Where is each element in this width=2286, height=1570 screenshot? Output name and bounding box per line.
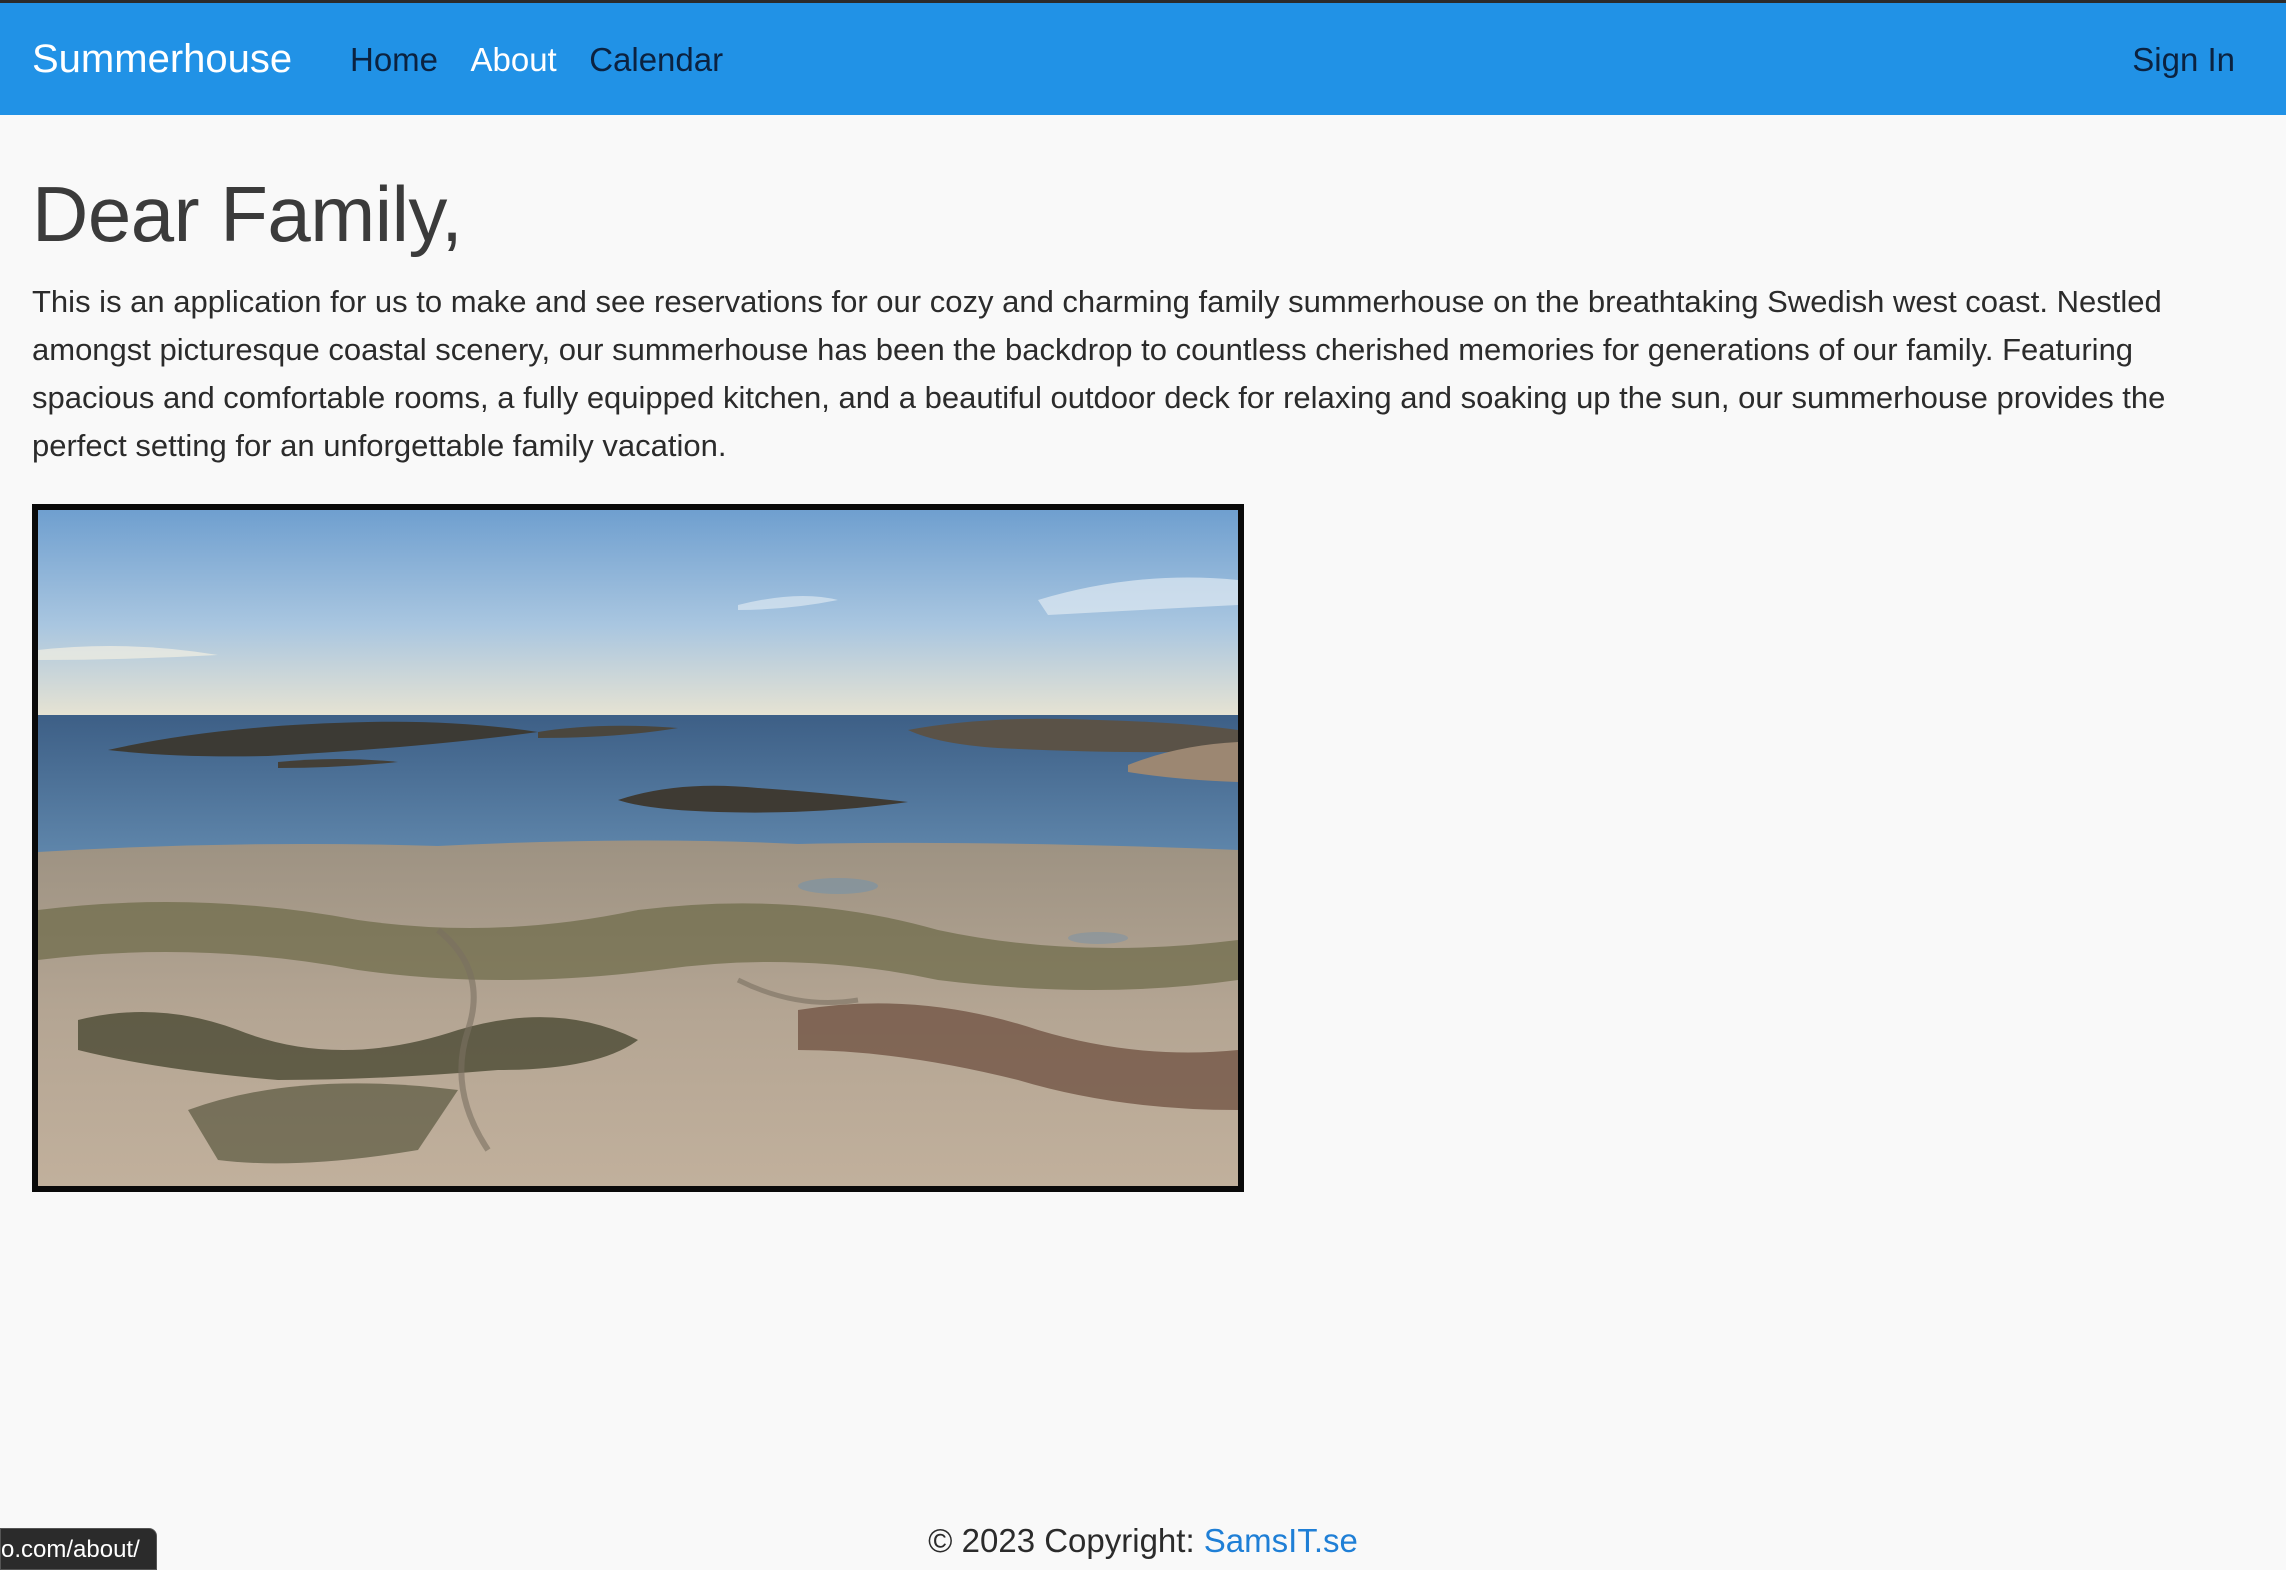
nav-links: Home About Calendar — [350, 41, 751, 79]
nav-about-link[interactable]: About — [470, 41, 556, 79]
status-bar-url: o.com/about/ — [0, 1528, 157, 1570]
nav-calendar-link[interactable]: Calendar — [589, 41, 723, 79]
footer: © 2023 Copyright: SamsIT.se — [0, 1522, 2286, 1560]
footer-company-link[interactable]: SamsIT.se — [1204, 1522, 1358, 1559]
brand-link[interactable]: Summerhouse — [32, 37, 292, 82]
intro-paragraph: This is an application for us to make an… — [32, 284, 2166, 463]
nav-home-link[interactable]: Home — [350, 41, 438, 79]
coastline-photo — [32, 504, 1244, 1192]
main-content: Dear Family, This is an application for … — [32, 168, 2254, 1192]
sign-in-link[interactable]: Sign In — [2132, 41, 2235, 79]
navbar: Summerhouse Home About Calendar Sign In — [0, 3, 2286, 115]
page-title: Dear Family, — [32, 170, 463, 258]
copyright-text: © 2023 Copyright: — [928, 1522, 1204, 1559]
